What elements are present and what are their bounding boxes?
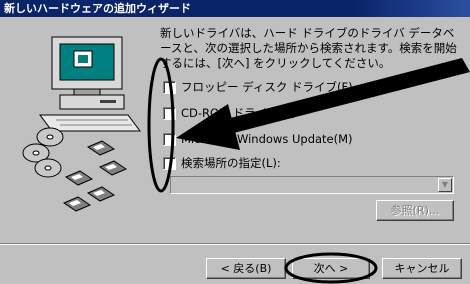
cdrom-label: CD-ROM ドライブ(C) (181, 106, 296, 120)
windows-update-checkbox[interactable] (163, 132, 176, 146)
option-specify-location[interactable]: 検索場所の指定(L): (163, 155, 281, 171)
cancel-button[interactable]: キャンセル (382, 258, 462, 279)
browse-button[interactable]: 参照(R)... (376, 200, 454, 221)
floppy-disk-icon (62, 140, 128, 212)
next-button[interactable]: 次へ > (292, 258, 370, 279)
chevron-down-icon[interactable]: ▼ (438, 178, 452, 192)
specify-location-label: 検索場所の指定(L): (181, 156, 281, 170)
window-title: 新しいハードウェアの追加ウィザード (0, 0, 470, 17)
floppy-checkbox[interactable] (163, 80, 176, 94)
option-floppy[interactable]: フロッピー ディスク ドライブ(F) (163, 79, 353, 95)
instruction-text: 新しいドライバは、ハード ドライブのドライバ データベースと、次の選択した場所か… (160, 26, 457, 70)
windows-update-label: Microsoft Windows Update(M) (181, 132, 353, 146)
cd-icon (22, 127, 64, 178)
location-combo[interactable]: ▼ (170, 176, 454, 194)
back-button[interactable]: < 戻る(B) (206, 258, 286, 279)
floppy-label: フロッピー ディスク ドライブ(F) (181, 80, 353, 94)
wizard-illustration (22, 36, 141, 212)
computer-icon (39, 36, 141, 132)
option-cdrom[interactable]: CD-ROM ドライブ(C) (163, 105, 296, 121)
option-windows-update[interactable]: Microsoft Windows Update(M) (163, 131, 353, 147)
cdrom-checkbox[interactable] (163, 106, 176, 120)
specify-location-checkbox[interactable] (163, 156, 176, 170)
divider (0, 243, 470, 245)
